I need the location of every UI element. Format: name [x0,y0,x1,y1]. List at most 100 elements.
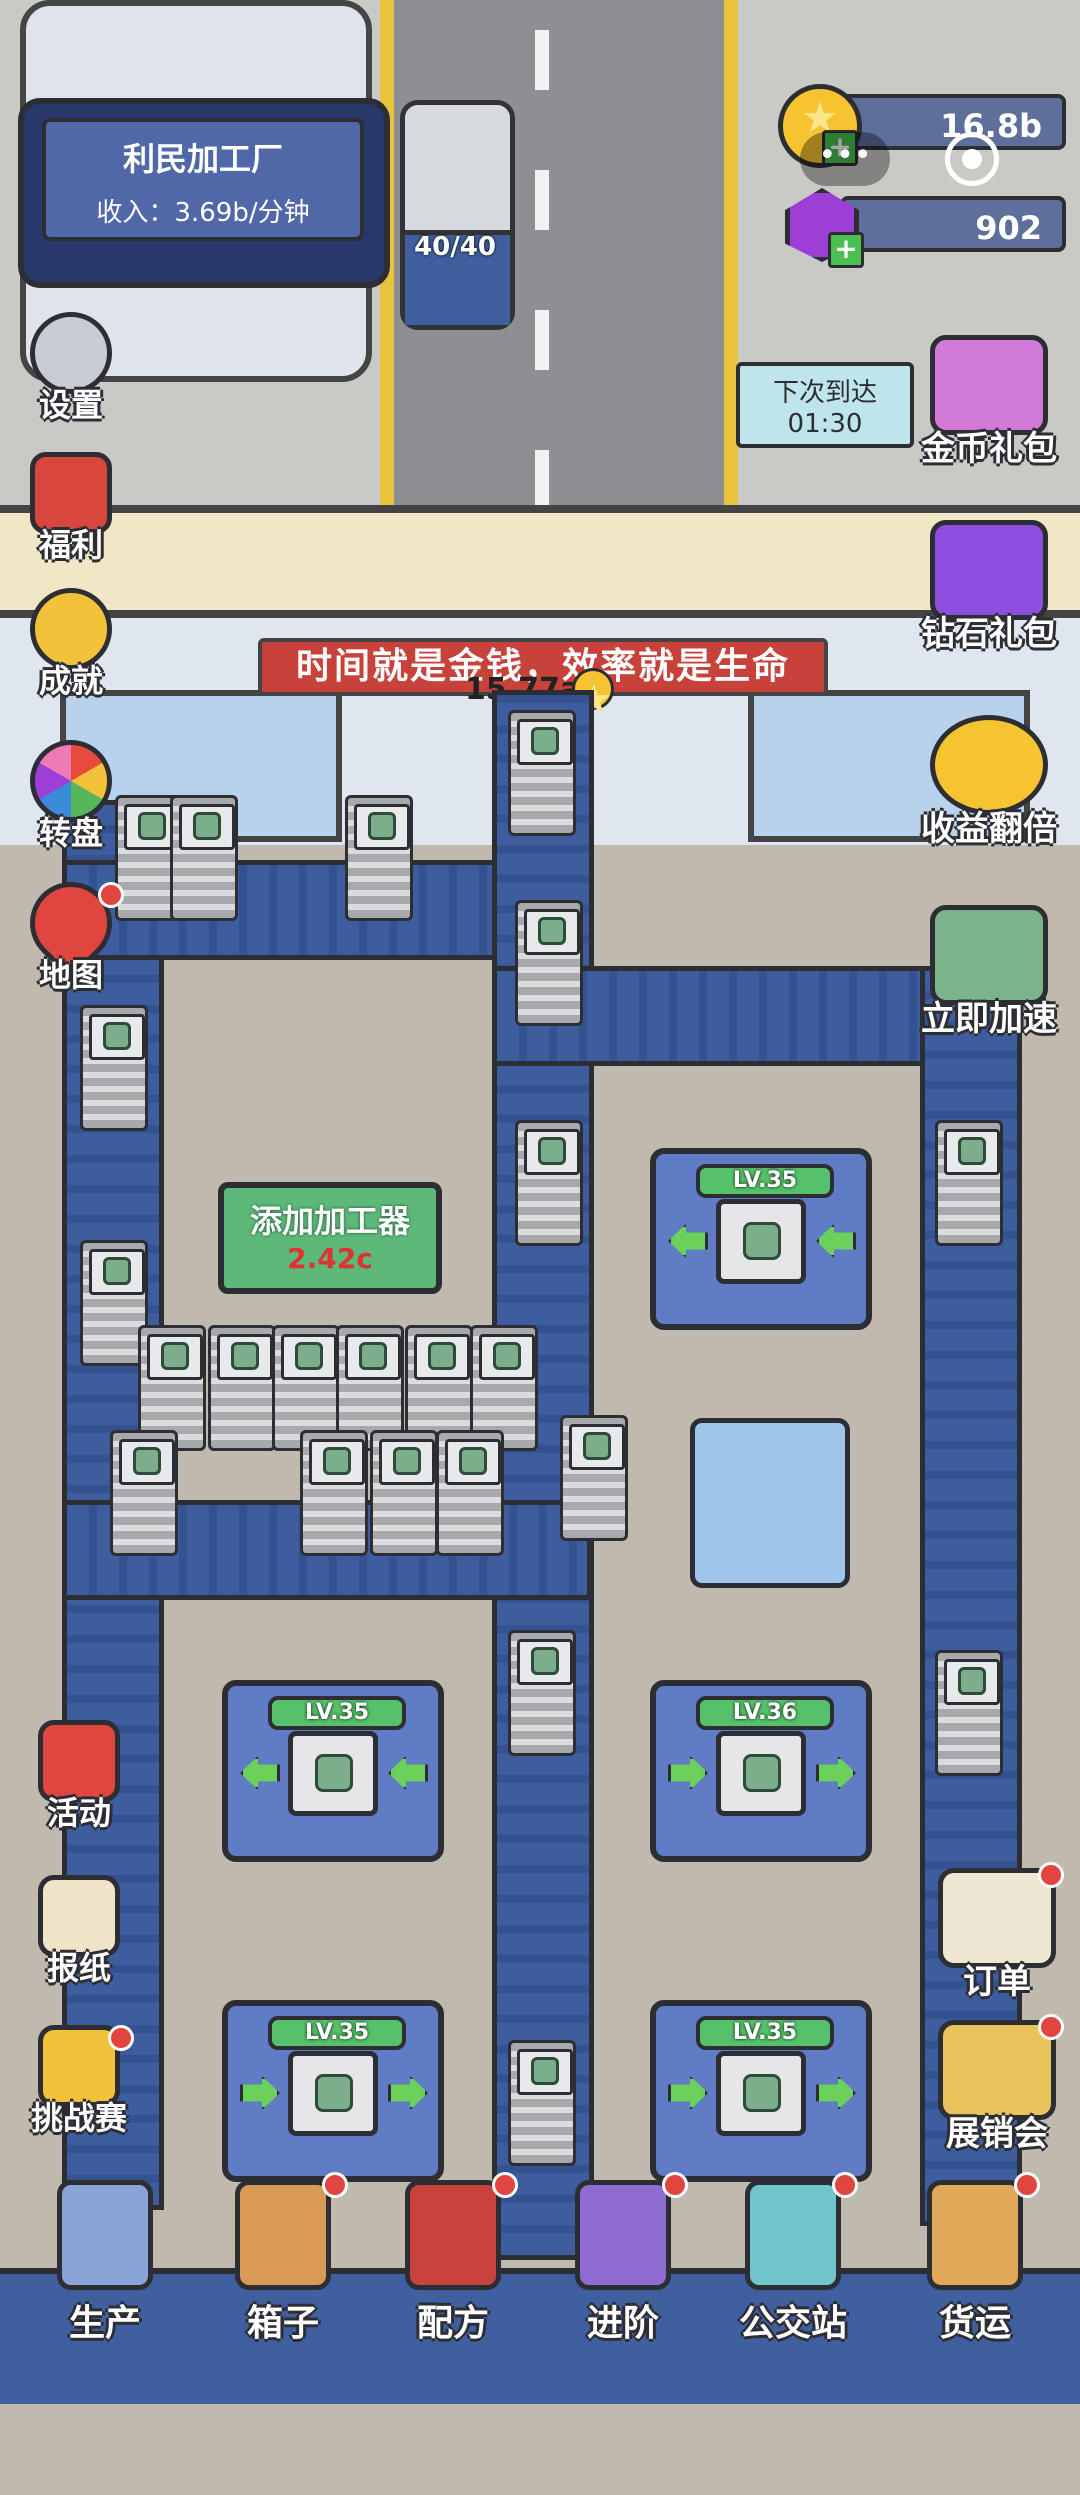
nav-recipes-label: 配方 [416,2303,489,2344]
product-crate [935,1120,1003,1246]
machine-level: LV.36 [696,1696,834,1730]
arrow-right-icon [816,2076,856,2110]
map-label: 地图 [38,956,103,994]
achievements-label: 成就 [38,662,103,700]
product-crate [935,1650,1003,1776]
speed-up-button[interactable]: 立即加速 [914,905,1064,1040]
coin-pack-label: 金币礼包 [921,429,1057,469]
settings-button[interactable]: 设置 [16,312,126,426]
gem-pack-button[interactable]: 钻石礼包 [914,520,1064,655]
product-crate [508,2040,576,2166]
product-crate [560,1415,628,1541]
alert-dot [108,2025,134,2051]
processing-machine[interactable]: LV.35 [650,2000,872,2182]
product-crate [110,1430,178,1556]
nav-crates[interactable]: 箱子 [208,2172,358,2390]
machine-slot [716,2051,806,2136]
double-income-label: 收益翻倍 [921,809,1057,849]
nav-bus-stop[interactable]: 公交站 [718,2172,868,2390]
processing-machine[interactable]: LV.36 [650,1680,872,1862]
alert-dot [322,2172,348,2198]
product-crate [80,1005,148,1131]
product-crate [515,900,583,1026]
product-crate [208,1325,276,1451]
product-crate [436,1430,504,1556]
wheel-button[interactable]: 转盘 [16,740,126,854]
map-button[interactable]: 地图 [13,865,129,996]
product-crate [300,1430,368,1556]
machine-slot [716,1731,806,1816]
speed-up-label: 立即加速 [921,999,1057,1039]
processing-machine[interactable]: LV.35 [650,1148,872,1330]
add-processor-title: 添加加工器 [249,1202,410,1240]
orders-button[interactable]: 订单 [922,1862,1072,2003]
double-coins-icon [930,715,1048,815]
robot-arm-icon [57,2180,153,2290]
arrow-left-icon [388,1756,428,1790]
product-crate [370,1430,438,1556]
alert-dot [98,882,124,908]
next-arrival-sign: 下次到达 01:30 [736,362,914,448]
settings-label: 设置 [38,386,103,424]
crates-icon [235,2180,331,2290]
gem-pack-label: 钻石礼包 [921,614,1057,654]
delivery-truck[interactable] [400,100,515,330]
event-button[interactable]: 活动 [24,1720,134,1834]
wheel-label: 转盘 [38,814,103,852]
close-miniprogram-button[interactable] [945,132,999,186]
lane-marking [535,310,549,370]
product-crate [170,795,238,921]
product-crate [515,1120,583,1246]
bus-stop-icon [745,2180,841,2290]
machine-level: LV.35 [268,1696,406,1730]
product-crate [508,1630,576,1756]
arrow-right-icon [816,1756,856,1790]
arrow-right-icon [668,1756,708,1790]
product-crate [345,795,413,921]
lane-marking [535,30,549,90]
arrow-left-icon [240,1756,280,1790]
arrow-right-icon [240,2076,280,2110]
event-label: 活动 [46,1794,111,1832]
alert-dot [662,2172,688,2198]
gem-balance: 902 [840,196,1066,252]
alert-dot [1014,2172,1040,2198]
welfare-button[interactable]: 福利 [16,452,126,566]
more-menu-button[interactable]: ••• [800,132,890,186]
speed-up-icon [930,905,1048,1005]
lane-marking [535,450,549,510]
add-gems-button[interactable]: + [828,232,864,268]
arrow-left-icon [816,1224,856,1258]
alert-dot [1038,1862,1064,1888]
nav-shipping-label: 货运 [938,2303,1011,2344]
clipboard-icon [938,1868,1056,1968]
advance-arrows-icon [575,2180,671,2290]
next-arrival-label: 下次到达 [772,378,877,408]
alert-dot [492,2172,518,2198]
trade-fair-label: 展销会 [946,2114,1048,2154]
double-income-button[interactable]: 收益翻倍 [914,715,1064,850]
recipe-book-icon [405,2180,501,2290]
cargo-icon [927,2180,1023,2290]
coin-pack-button[interactable]: 金币礼包 [914,335,1064,470]
factory-name: 利民加工厂 [122,140,283,178]
nav-advance[interactable]: 进阶 [548,2172,698,2390]
trade-fair-button[interactable]: 展销会 [922,2014,1072,2155]
add-processor-button[interactable]: 添加加工器 2.42c [218,1182,442,1294]
welfare-label: 福利 [38,526,103,564]
challenge-button[interactable]: 挑战赛 [24,2025,134,2139]
factory-panel[interactable]: 利民加工厂 收入：3.69b/分钟 [18,98,390,288]
nav-recipes[interactable]: 配方 [378,2172,528,2390]
nav-production[interactable]: 生产 [30,2180,180,2390]
arrow-left-icon [668,1224,708,1258]
coin-pack-icon [930,335,1048,435]
machine-slot [288,2051,378,2136]
processing-machine[interactable]: LV.35 [222,2000,444,2182]
achievements-button[interactable]: 成就 [16,588,126,702]
income-rate: 收入：3.69b/分钟 [96,198,310,228]
processing-machine[interactable]: LV.35 [222,1680,444,1862]
alert-dot [1038,2014,1064,2040]
raw-material-processor[interactable] [690,1418,850,1588]
nav-shipping[interactable]: 货运 [900,2172,1050,2390]
newspaper-button[interactable]: 报纸 [24,1875,134,1989]
